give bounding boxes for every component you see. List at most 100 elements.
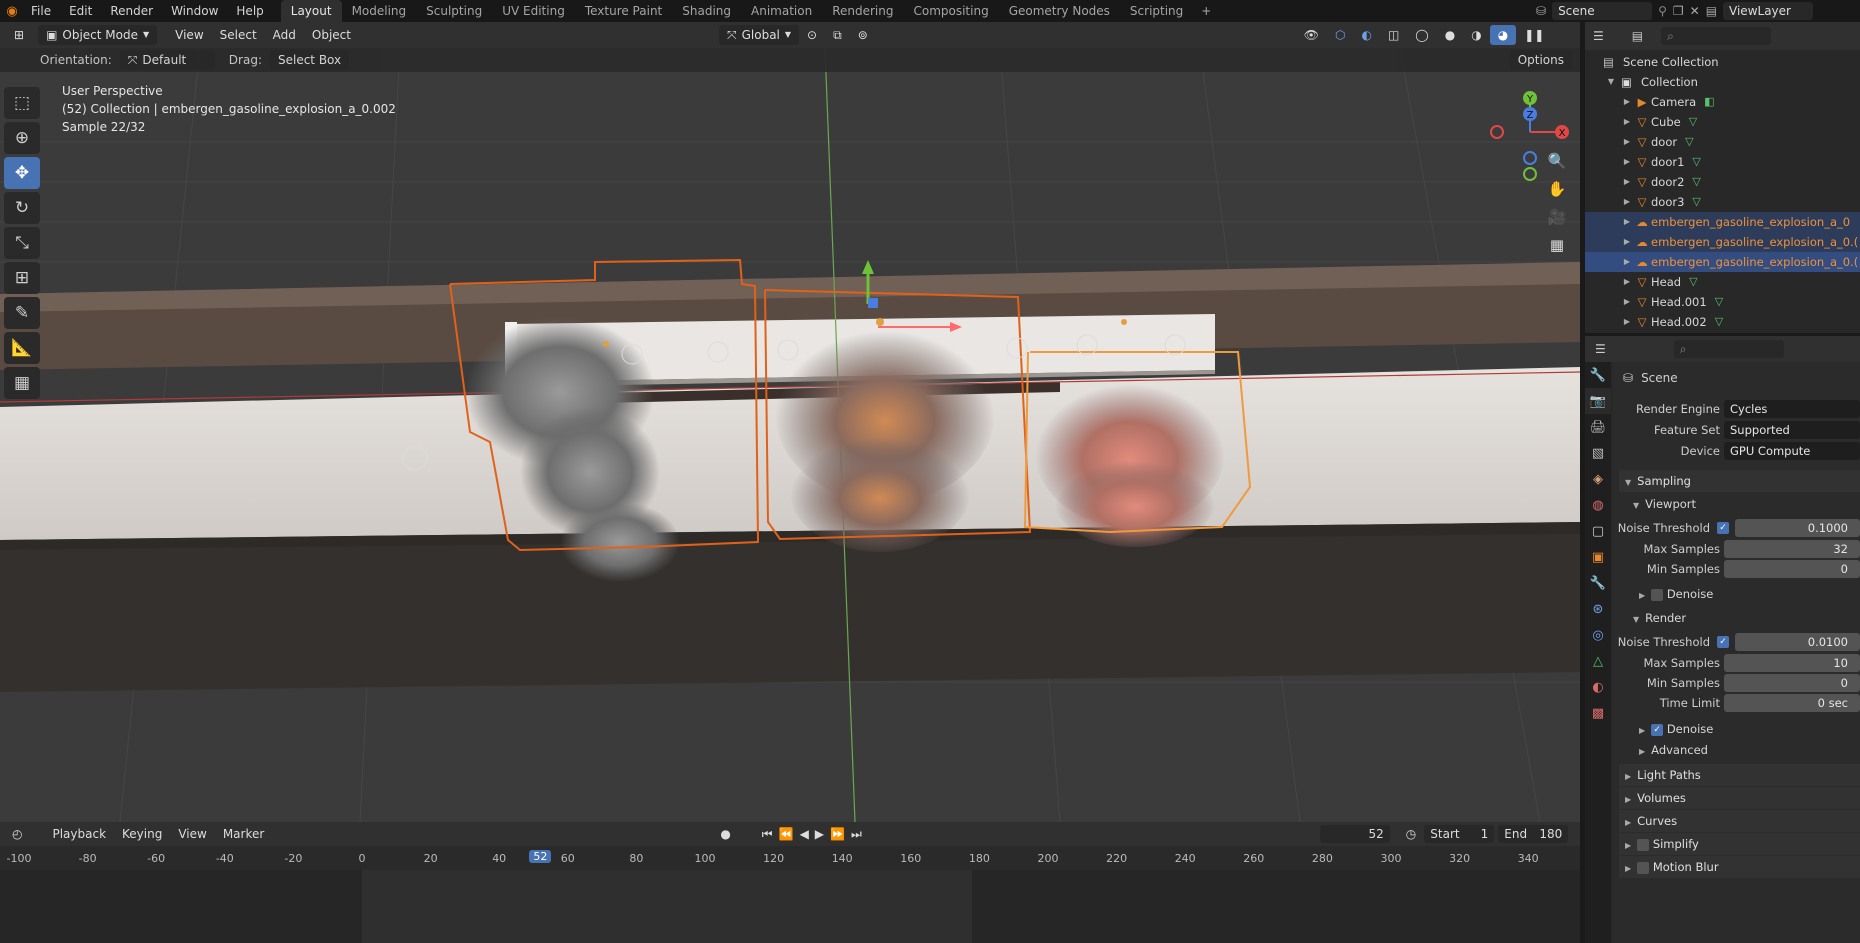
play-icon[interactable]: ▶: [812, 824, 827, 844]
r-time-limit-field[interactable]: 0 sec: [1724, 694, 1860, 712]
end-frame-field[interactable]: End 180: [1498, 825, 1569, 843]
cursor-tool-icon[interactable]: ⊕: [4, 122, 40, 154]
options-button[interactable]: Options: [1509, 50, 1572, 70]
expand-icon[interactable]: ▼: [1605, 72, 1617, 92]
wireframe-shading-icon[interactable]: ◯: [1407, 25, 1436, 45]
r-min-samples-field[interactable]: 0: [1724, 674, 1860, 692]
timeline-ruler[interactable]: -100 -80 -60 -40 -20 0 20 40 52 60 80 100 120 140 160 1…: [0, 846, 1580, 870]
mesh-data-icon[interactable]: ▽: [1715, 312, 1723, 332]
tab-modeling[interactable]: Modeling: [342, 0, 417, 22]
tab-animation[interactable]: Animation: [741, 0, 822, 22]
camera-data-icon[interactable]: ◧: [1704, 92, 1714, 112]
expand-icon[interactable]: ▶: [1621, 192, 1633, 212]
measure-tool-icon[interactable]: 📐: [4, 332, 40, 364]
camera-view-icon[interactable]: 🎥: [1543, 203, 1571, 231]
curves-panel[interactable]: ▶ Curves: [1619, 810, 1860, 832]
vp-noise-threshold-field[interactable]: 0.1000: [1735, 519, 1860, 537]
menu-view[interactable]: View: [167, 25, 211, 45]
menu-object[interactable]: Object: [304, 25, 359, 45]
area-divider[interactable]: [1585, 333, 1860, 336]
mesh-data-icon[interactable]: ▽: [1689, 112, 1697, 132]
perspective-toggle-icon[interactable]: ▦: [1543, 231, 1571, 259]
add-workspace-button[interactable]: +: [1193, 0, 1219, 22]
expand-icon[interactable]: ▶: [1621, 132, 1633, 152]
simplify-panel[interactable]: ▶ Simplify: [1619, 833, 1860, 855]
start-frame-field[interactable]: Start 1: [1424, 825, 1495, 843]
device-select[interactable]: GPU Compute: [1724, 442, 1860, 460]
r-noise-threshold-checkbox[interactable]: ✓: [1717, 636, 1729, 648]
transform-tool-icon[interactable]: ⊞: [4, 262, 40, 294]
vp-min-samples-field[interactable]: 0: [1724, 560, 1860, 578]
menu-playback[interactable]: Playback: [44, 824, 114, 844]
outliner-item[interactable]: ▶ ▽ Head.001 ▽: [1585, 292, 1860, 312]
texture-tab-icon[interactable]: ▩: [1585, 700, 1611, 726]
tab-texture-paint[interactable]: Texture Paint: [575, 0, 672, 22]
advanced-subpanel[interactable]: ▶ Advanced: [1639, 740, 1859, 760]
pause-render-icon[interactable]: ❚❚: [1516, 25, 1552, 45]
record-icon[interactable]: ●: [712, 824, 738, 844]
menu-edit[interactable]: Edit: [60, 0, 101, 22]
clock-icon[interactable]: ◴: [4, 824, 30, 844]
outliner-item[interactable]: ▶ ▽ door ▽: [1585, 132, 1860, 152]
particles-tab-icon[interactable]: ⊛: [1585, 596, 1611, 622]
tab-scripting[interactable]: Scripting: [1120, 0, 1193, 22]
xray-icon[interactable]: ◫: [1380, 25, 1407, 45]
blender-logo-icon[interactable]: ◉: [2, 0, 22, 22]
pivot-icon[interactable]: ⊙: [799, 25, 825, 45]
outliner-item[interactable]: ▶ ▶ Camera ◧: [1585, 92, 1860, 112]
jump-keyframe-back-icon[interactable]: ⏪: [776, 824, 797, 844]
render-tab-icon[interactable]: 📷: [1585, 388, 1611, 414]
expand-icon[interactable]: ▶: [1621, 112, 1633, 132]
vp-denoise-subpanel[interactable]: ▶ Denoise: [1639, 584, 1859, 604]
world-tab-icon[interactable]: ◍: [1585, 492, 1611, 518]
zoom-icon[interactable]: 🔍: [1543, 147, 1571, 175]
menu-select[interactable]: Select: [212, 25, 265, 45]
mesh-data-icon[interactable]: ▽: [1685, 132, 1693, 152]
properties-search-input[interactable]: ⌕: [1673, 340, 1784, 358]
view-layer-field[interactable]: ViewLayer: [1723, 2, 1814, 20]
expand-icon[interactable]: ▶: [1621, 212, 1633, 232]
tab-sculpting[interactable]: Sculpting: [416, 0, 492, 22]
editor-type-icon[interactable]: ☰: [1593, 29, 1604, 43]
simplify-checkbox[interactable]: [1637, 838, 1650, 851]
vp-denoise-checkbox[interactable]: [1651, 588, 1664, 601]
scene-name-field[interactable]: Scene: [1552, 2, 1653, 20]
add-cube-tool-icon[interactable]: ▦: [4, 367, 40, 399]
r-denoise-checkbox[interactable]: ✓: [1651, 723, 1664, 736]
overlay-toggle-icon[interactable]: ◐: [1353, 25, 1379, 45]
physics-tab-icon[interactable]: ◎: [1585, 622, 1611, 648]
collection-row[interactable]: ▼ ▣ Collection: [1585, 72, 1860, 92]
menu-marker[interactable]: Marker: [215, 824, 272, 844]
mesh-data-icon[interactable]: ▽: [1715, 292, 1723, 312]
motion-blur-panel[interactable]: ▶ Motion Blur: [1619, 856, 1860, 878]
rotate-tool-icon[interactable]: ↻: [4, 192, 40, 224]
light-paths-panel[interactable]: ▶ Light Paths: [1619, 764, 1860, 786]
render-engine-select[interactable]: Cycles: [1724, 400, 1860, 418]
render-subpanel-header[interactable]: ▼ Render: [1633, 608, 1853, 628]
menu-file[interactable]: File: [22, 0, 60, 22]
outliner-item[interactable]: ▶ ☁ embergen_gasoline_explosion_a_0.(: [1585, 232, 1860, 252]
pin-icon[interactable]: ⚲: [1658, 4, 1667, 18]
expand-icon[interactable]: ▶: [1621, 232, 1633, 252]
menu-help[interactable]: Help: [227, 0, 272, 22]
object-tab-icon[interactable]: ▣: [1585, 544, 1611, 570]
sampling-panel-header[interactable]: ▼ Sampling: [1619, 470, 1860, 492]
outliner-item[interactable]: ▶ ▽ door2 ▽: [1585, 172, 1860, 192]
mesh-data-icon[interactable]: ▽: [1692, 172, 1700, 192]
scene-collection-row[interactable]: ▤ Scene Collection: [1585, 52, 1860, 72]
orientation-default-selector[interactable]: ⤧ Default: [119, 50, 215, 70]
volumes-panel[interactable]: ▶ Volumes: [1619, 787, 1860, 809]
outliner-item[interactable]: ▶ ▽ Head ▽: [1585, 272, 1860, 292]
delete-scene-icon[interactable]: ✕: [1690, 4, 1700, 18]
move-tool-icon[interactable]: ✥: [4, 157, 40, 189]
new-scene-icon[interactable]: ❐: [1673, 4, 1684, 18]
mesh-data-icon[interactable]: ▽: [1689, 272, 1697, 292]
select-box-tool-icon[interactable]: ⬚: [4, 87, 40, 119]
jump-start-icon[interactable]: ⏮: [759, 824, 776, 844]
editor-type-icon[interactable]: ⊞: [6, 25, 32, 45]
vp-max-samples-field[interactable]: 32: [1724, 540, 1860, 558]
pan-hand-icon[interactable]: ✋: [1543, 175, 1571, 203]
scene-tab-icon[interactable]: ◈: [1585, 466, 1611, 492]
menu-add[interactable]: Add: [265, 25, 304, 45]
expand-icon[interactable]: ▶: [1621, 272, 1633, 292]
